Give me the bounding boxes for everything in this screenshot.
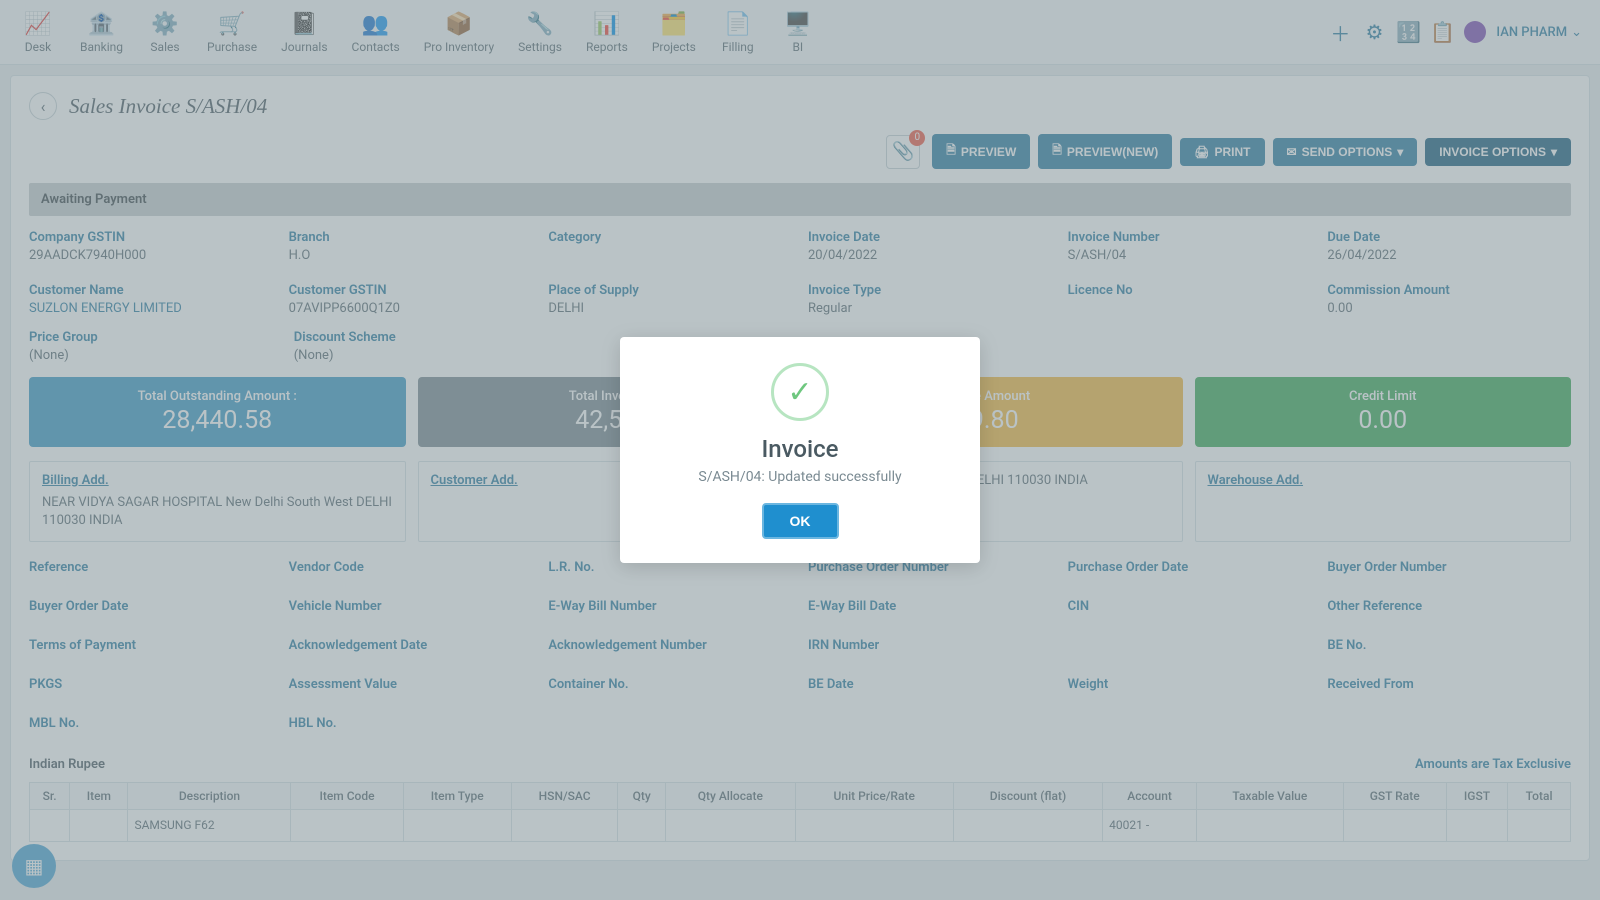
success-modal: ✓ Invoice S/ASH/04: Updated successfully… bbox=[620, 337, 980, 563]
modal-title: Invoice bbox=[644, 435, 956, 463]
check-circle-icon: ✓ bbox=[771, 363, 829, 421]
ok-button[interactable]: OK bbox=[762, 503, 839, 539]
modal-overlay: ✓ Invoice S/ASH/04: Updated successfully… bbox=[0, 0, 1600, 900]
modal-message: S/ASH/04: Updated successfully bbox=[644, 469, 956, 485]
